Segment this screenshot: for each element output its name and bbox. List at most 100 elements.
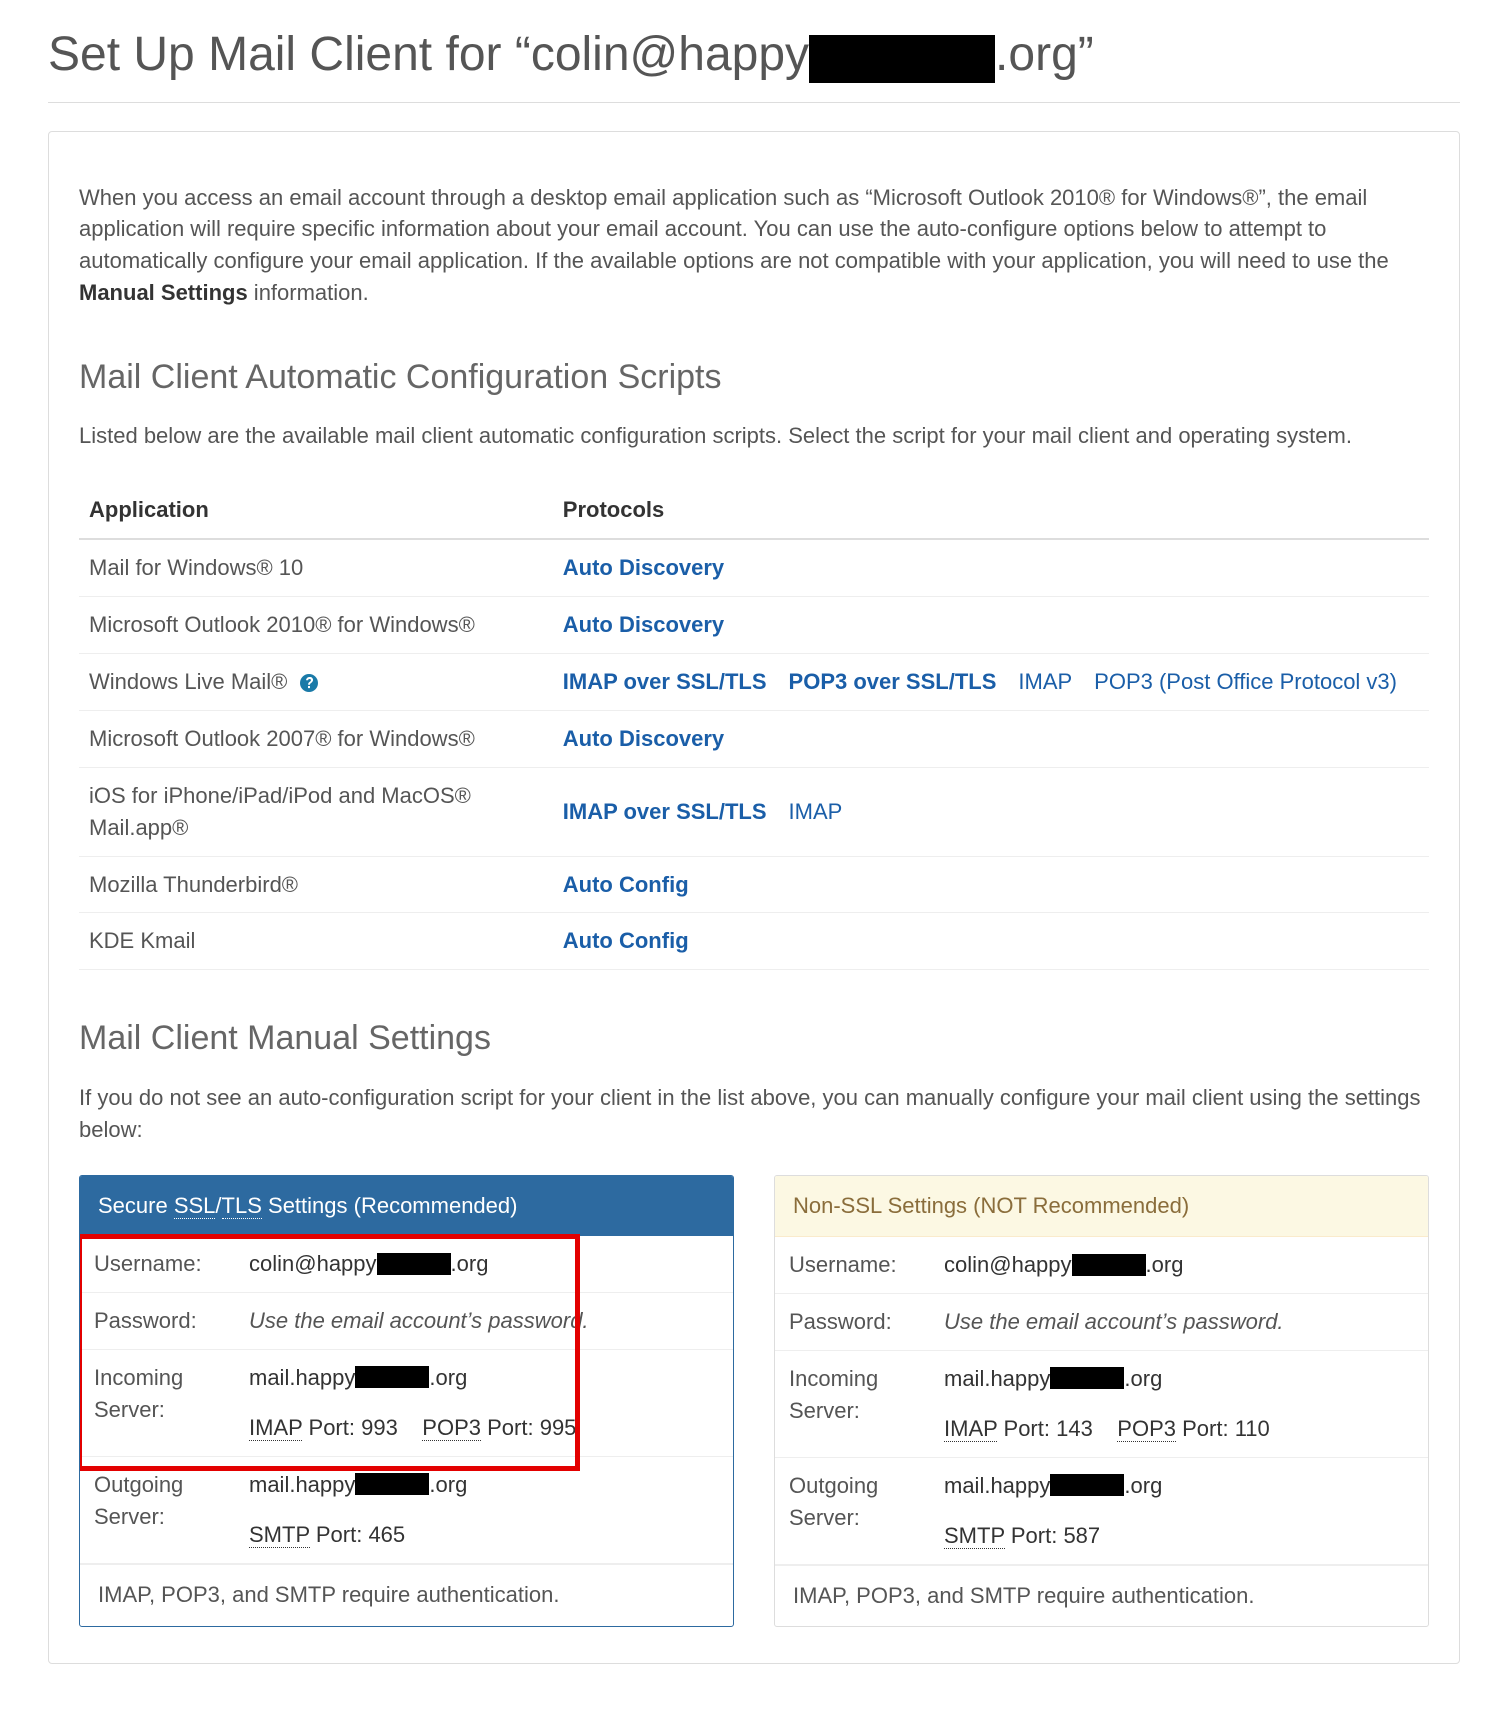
port-label: Port: (487, 1415, 533, 1440)
app-cell: KDE Kmail (79, 913, 553, 970)
redact-box (355, 1473, 429, 1495)
intro-text-1: When you access an email account through… (79, 185, 1389, 274)
protocol-link[interactable]: IMAP over SSL/TLS (563, 669, 767, 694)
secure-out-server-prefix: mail.happy (249, 1472, 355, 1497)
protocol-link[interactable]: Auto Discovery (563, 612, 724, 637)
app-cell: iOS for iPhone/iPad/iPod and MacOS® Mail… (79, 767, 553, 856)
password-note: Use the email account’s password. (944, 1309, 1284, 1334)
pop3-label: POP3 (1117, 1416, 1176, 1442)
smtp-label: SMTP (944, 1523, 1005, 1549)
app-cell: Microsoft Outlook 2007® for Windows® (79, 710, 553, 767)
secure-outgoing-row: Outgoing Server: mail.happy .org SMTP Por… (80, 1457, 733, 1564)
protocols-cell: Auto Discovery (553, 539, 1429, 596)
th-application: Application (79, 482, 553, 539)
pop3-label: POP3 (422, 1415, 481, 1441)
app-cell: Windows Live Mail® (79, 654, 553, 711)
auth-note: IMAP, POP3, and SMTP require authenticat… (80, 1564, 733, 1625)
protocols-cell: Auto Config (553, 856, 1429, 913)
secure-password-row: Password: Use the email account’s passwo… (80, 1293, 733, 1350)
secure-username-prefix: colin@happy (249, 1251, 377, 1276)
nonssl-header: Non-SSL Settings (NOT Recommended) (775, 1176, 1428, 1237)
protocol-link[interactable]: Auto Discovery (563, 555, 724, 580)
nonssl-smtp-port: 587 (1063, 1523, 1100, 1548)
redact-box (1050, 1367, 1124, 1389)
nonssl-imap-port: 143 (1056, 1416, 1093, 1441)
nonssl-incoming-value: mail.happy.org IMAP Port: 143 POP3 Port:… (944, 1363, 1414, 1445)
nonssl-username-value: colin@happy.org (944, 1249, 1414, 1281)
protocols-cell: IMAP over SSL/TLS IMAP (553, 767, 1429, 856)
nonssl-out-server-prefix: mail.happy (944, 1473, 1050, 1498)
nonssl-pop3-port: 110 (1235, 1416, 1270, 1441)
redact-box (809, 35, 995, 83)
port-label: Port: (309, 1415, 355, 1440)
manual-settings-heading: Mail Client Manual Settings (79, 1014, 1429, 1063)
protocol-link[interactable]: IMAP (1018, 669, 1072, 694)
secure-username-value: colin@happy.org (249, 1248, 719, 1280)
secure-header-slash: / (215, 1193, 221, 1218)
table-row: iOS for iPhone/iPad/iPod and MacOS® Mail… (79, 767, 1429, 856)
app-cell: Mail for Windows® 10 (79, 539, 553, 596)
table-row: Microsoft Outlook 2010® for Windows® Auto… (79, 597, 1429, 654)
intro-text-2: information. (248, 280, 369, 305)
smtp-label: SMTP (249, 1522, 310, 1548)
protocols-cell: Auto Discovery (553, 597, 1429, 654)
password-note: Use the email account’s password. (249, 1308, 589, 1333)
label-incoming: Incoming Server: (789, 1363, 944, 1445)
imap-label: IMAP (944, 1416, 997, 1442)
help-icon[interactable] (300, 674, 318, 692)
port-label: Port: (1004, 1416, 1050, 1441)
protocol-link[interactable]: Auto Config (563, 928, 689, 953)
table-row: Windows Live Mail® IMAP over SSL/TLS POP3… (79, 654, 1429, 711)
protocols-cell: Auto Discovery (553, 710, 1429, 767)
label-outgoing: Outgoing Server: (789, 1470, 944, 1552)
protocols-cell: Auto Config (553, 913, 1429, 970)
secure-incoming-value: mail.happy.org IMAP Port: 993 POP3 Port:… (249, 1362, 719, 1444)
secure-header-suffix: Settings (Recommended) (262, 1193, 518, 1218)
secure-server-prefix: mail.happy (249, 1365, 355, 1390)
protocols-cell: IMAP over SSL/TLS POP3 over SSL/TLS IMAP PO… (553, 654, 1429, 711)
table-row: Mozilla Thunderbird® Auto Config (79, 856, 1429, 913)
auto-config-heading: Mail Client Automatic Configuration Scri… (79, 353, 1429, 402)
nonssl-password-row: Password: Use the email account’s passwo… (775, 1294, 1428, 1351)
app-cell: Microsoft Outlook 2010® for Windows® (79, 597, 553, 654)
secure-imap-port: 993 (361, 1415, 398, 1440)
scripts-table: Application Protocols Mail for Windows® … (79, 482, 1429, 970)
label-username: Username: (94, 1248, 249, 1280)
protocol-link[interactable]: Auto Config (563, 872, 689, 897)
port-label: Port: (316, 1522, 362, 1547)
protocol-link[interactable]: POP3 over SSL/TLS (789, 669, 997, 694)
auto-config-sub: Listed below are the available mail clie… (79, 420, 1429, 452)
secure-header-tls: TLS (222, 1193, 262, 1219)
intro-paragraph: When you access an email account through… (79, 182, 1429, 310)
label-outgoing: Outgoing Server: (94, 1469, 249, 1551)
manual-settings-sub: If you do not see an auto-configuration … (79, 1082, 1429, 1146)
nonssl-outgoing-row: Outgoing Server: mail.happy.org SMTP Por… (775, 1458, 1428, 1565)
nonssl-out-server-suffix: .org (1124, 1473, 1162, 1498)
nonssl-settings-panel: Non-SSL Settings (NOT Recommended) Usern… (774, 1175, 1429, 1626)
protocol-link[interactable]: IMAP over SSL/TLS (563, 799, 767, 824)
redact-box (1050, 1474, 1124, 1496)
settings-row: Secure SSL/TLS Settings (Recommended) Us… (79, 1175, 1429, 1626)
redact-box (377, 1253, 451, 1275)
secure-header: Secure SSL/TLS Settings (Recommended) (80, 1176, 733, 1236)
secure-settings-panel: Secure SSL/TLS Settings (Recommended) Us… (79, 1175, 734, 1626)
nonssl-username-prefix: colin@happy (944, 1252, 1072, 1277)
protocol-link[interactable]: POP3 (Post Office Protocol v3) (1094, 669, 1397, 694)
label-incoming: Incoming Server: (94, 1362, 249, 1444)
table-row: Mail for Windows® 10 Auto Discovery (79, 539, 1429, 596)
nonssl-username-row: Username: colin@happy.org (775, 1237, 1428, 1294)
imap-label: IMAP (249, 1415, 302, 1441)
secure-out-server-suffix: .org (429, 1472, 467, 1497)
secure-pop3-port: 995 (540, 1415, 577, 1440)
app-cell: Mozilla Thunderbird® (79, 856, 553, 913)
intro-bold: Manual Settings (79, 280, 248, 305)
th-protocols: Protocols (553, 482, 1429, 539)
table-row: KDE Kmail Auto Config (79, 913, 1429, 970)
redact-box (355, 1366, 429, 1388)
protocol-link[interactable]: IMAP (789, 799, 843, 824)
redact-box (1072, 1254, 1146, 1276)
protocol-link[interactable]: Auto Discovery (563, 726, 724, 751)
table-row: Microsoft Outlook 2007® for Windows® Auto… (79, 710, 1429, 767)
secure-outgoing-value: mail.happy.org SMTP Port: 465 (249, 1469, 719, 1551)
nonssl-incoming-row: Incoming Server: mail.happy.org IMAP Por… (775, 1351, 1428, 1458)
